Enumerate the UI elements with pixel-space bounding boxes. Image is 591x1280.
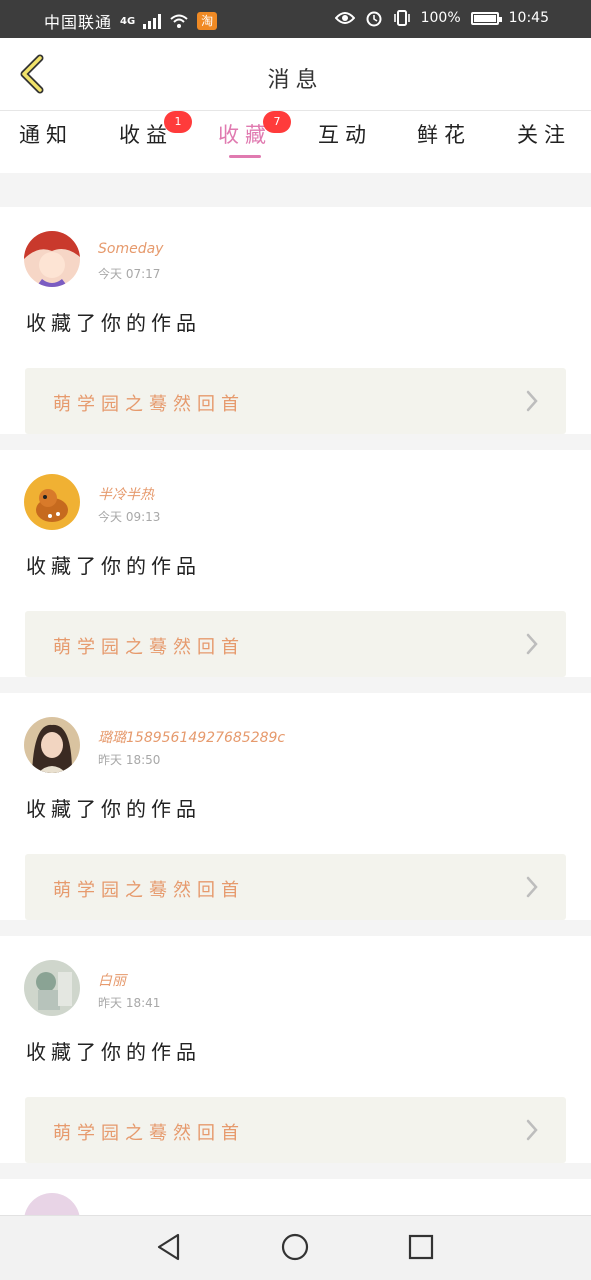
favorites-badge: 7: [263, 111, 291, 133]
tab-flowers[interactable]: 鲜花: [404, 119, 484, 149]
home-circle-icon[interactable]: [280, 1232, 310, 1262]
action-text: 收藏了你的作品: [26, 554, 201, 578]
tab-label: 互动: [318, 123, 372, 147]
eye-icon: [334, 12, 355, 24]
notification-card: Someday 今天 07:17 收藏了你的作品 萌学园之蓦然回首: [0, 207, 591, 434]
chevron-right-icon: [526, 1119, 538, 1141]
signal-icon: [143, 13, 162, 29]
work-title: 萌学园之蓦然回首: [53, 1123, 245, 1144]
timestamp: 今天 07:17: [98, 267, 161, 281]
work-title: 萌学园之蓦然回首: [53, 880, 245, 901]
chevron-right-icon: [526, 876, 538, 898]
chevron-right-icon: [526, 390, 538, 412]
action-text: 收藏了你的作品: [26, 797, 201, 821]
network-type: 4G: [120, 15, 136, 27]
recents-square-icon[interactable]: [406, 1232, 436, 1262]
page-title: 消息: [267, 68, 324, 93]
action-text: 收藏了你的作品: [26, 311, 201, 335]
tab-favorites[interactable]: 收藏 7: [205, 111, 291, 158]
clock: 10:45: [508, 10, 549, 26]
battery-percent: 100%: [420, 10, 461, 26]
tab-interactions[interactable]: 互动: [305, 119, 385, 149]
work-link[interactable]: 萌学园之蓦然回首: [25, 1097, 566, 1163]
tab-notifications[interactable]: 通知: [6, 119, 86, 149]
avatar[interactable]: [24, 717, 80, 773]
avatar[interactable]: [24, 960, 80, 1016]
page-header: 消息: [0, 38, 591, 111]
wifi-icon: [170, 14, 188, 28]
tab-follows[interactable]: 关注: [504, 119, 584, 149]
work-link[interactable]: 萌学园之蓦然回首: [25, 611, 566, 677]
status-bar: 中国联通 4G 淘 100% 10:45: [0, 0, 591, 38]
tab-underline: [229, 155, 261, 158]
earnings-badge: 1: [164, 111, 192, 133]
username[interactable]: 璐璐15895614927685289c: [98, 727, 285, 747]
work-title: 萌学园之蓦然回首: [53, 637, 245, 658]
username[interactable]: 半冷半热: [98, 484, 154, 504]
timestamp: 今天 09:13: [98, 510, 161, 524]
avatar[interactable]: [24, 231, 80, 287]
notification-card: 白丽 昨天 18:41 收藏了你的作品 萌学园之蓦然回首: [0, 936, 591, 1163]
avatar[interactable]: [24, 474, 80, 530]
username[interactable]: 白丽: [98, 970, 126, 990]
alarm-icon: [366, 11, 382, 27]
work-link[interactable]: 萌学园之蓦然回首: [25, 854, 566, 920]
notification-card: 半冷半热 今天 09:13 收藏了你的作品 萌学园之蓦然回首: [0, 450, 591, 677]
vibrate-icon: [393, 10, 410, 26]
tab-bar: 通知 收益 1 收藏 7 互动 鲜花 关注: [0, 111, 591, 285]
tab-label: 鲜花: [417, 123, 471, 147]
back-triangle-icon[interactable]: [154, 1232, 184, 1262]
system-nav-bar: [0, 1215, 591, 1280]
tab-earnings[interactable]: 收益 1: [106, 111, 192, 149]
chevron-right-icon: [526, 633, 538, 655]
timestamp: 昨天 18:41: [98, 996, 161, 1010]
tab-label: 关注: [517, 123, 571, 147]
timestamp: 昨天 18:50: [98, 753, 161, 767]
notification-card: 璐璐15895614927685289c 昨天 18:50 收藏了你的作品 萌学…: [0, 693, 591, 920]
username[interactable]: Someday: [98, 241, 163, 257]
carrier-name: 中国联通: [44, 13, 113, 32]
taobao-app-icon: 淘: [197, 12, 218, 30]
work-link[interactable]: 萌学园之蓦然回首: [25, 368, 566, 434]
tab-label: 通知: [19, 123, 73, 147]
action-text: 收藏了你的作品: [26, 1040, 201, 1064]
work-title: 萌学园之蓦然回首: [53, 394, 245, 415]
battery-icon: [470, 11, 502, 25]
